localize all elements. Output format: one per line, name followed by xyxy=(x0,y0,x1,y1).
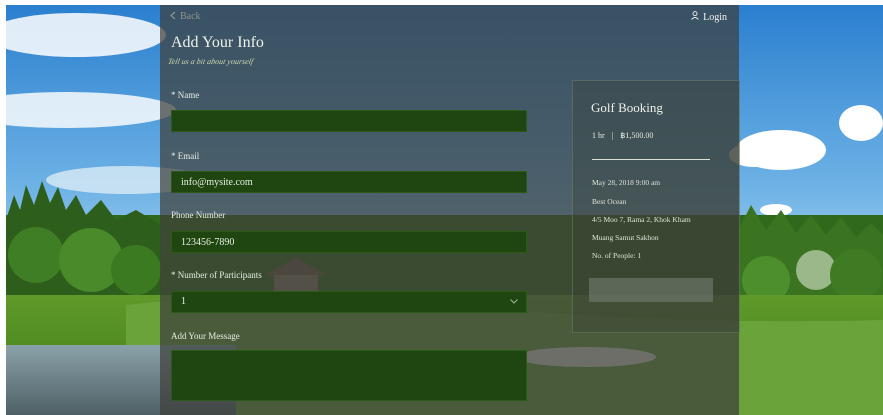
book-button[interactable] xyxy=(589,278,713,302)
email-label: * Email xyxy=(171,151,200,161)
phone-input[interactable] xyxy=(171,231,527,253)
participants-select[interactable]: 1 xyxy=(171,291,527,313)
booking-form-panel: Back Login Add Your Info Tell us a bit a… xyxy=(160,5,740,415)
chevron-down-icon xyxy=(510,299,518,304)
booking-price: ฿1,500.00 xyxy=(620,131,654,140)
booking-date-time: May 28, 2018 9:00 am xyxy=(592,178,661,187)
phone-label: Phone Number xyxy=(171,210,226,220)
user-icon xyxy=(691,11,699,23)
participants-label: * Number of Participants xyxy=(171,270,262,280)
booking-separator: | xyxy=(611,131,614,140)
message-textarea[interactable] xyxy=(171,350,527,401)
participants-value: 1 xyxy=(181,296,186,307)
page-subtitle: Tell us a bit about yourself xyxy=(167,57,255,66)
login-button[interactable]: Login xyxy=(691,11,727,23)
booking-title: Golf Booking xyxy=(591,100,663,115)
booking-address-line1: 4/5 Moo 7, Rama 2, Khok Kham xyxy=(592,215,691,224)
chevron-left-icon xyxy=(170,11,176,20)
booking-divider xyxy=(592,159,710,160)
booking-address-line2: Muang Samut Sakhon xyxy=(592,233,659,242)
name-label: * Name xyxy=(171,90,200,100)
booking-duration-price: 1 hr | ฿1,500.00 xyxy=(592,131,653,140)
booking-summary-card: Golf Booking 1 hr | ฿1,500.00 May 28, 20… xyxy=(572,80,740,333)
page-title: Add Your Info xyxy=(171,34,264,51)
back-link[interactable]: Back xyxy=(170,11,201,22)
email-input[interactable] xyxy=(171,171,527,193)
booking-duration: 1 hr xyxy=(592,131,605,140)
booking-location-name: Best Ocean xyxy=(592,197,627,206)
booking-people-count: No. of People: 1 xyxy=(592,251,642,260)
login-label: Login xyxy=(703,12,727,23)
back-label: Back xyxy=(180,11,201,22)
name-input[interactable] xyxy=(171,110,527,132)
message-label: Add Your Message xyxy=(171,331,240,341)
page: Back Login Add Your Info Tell us a bit a… xyxy=(0,0,883,415)
